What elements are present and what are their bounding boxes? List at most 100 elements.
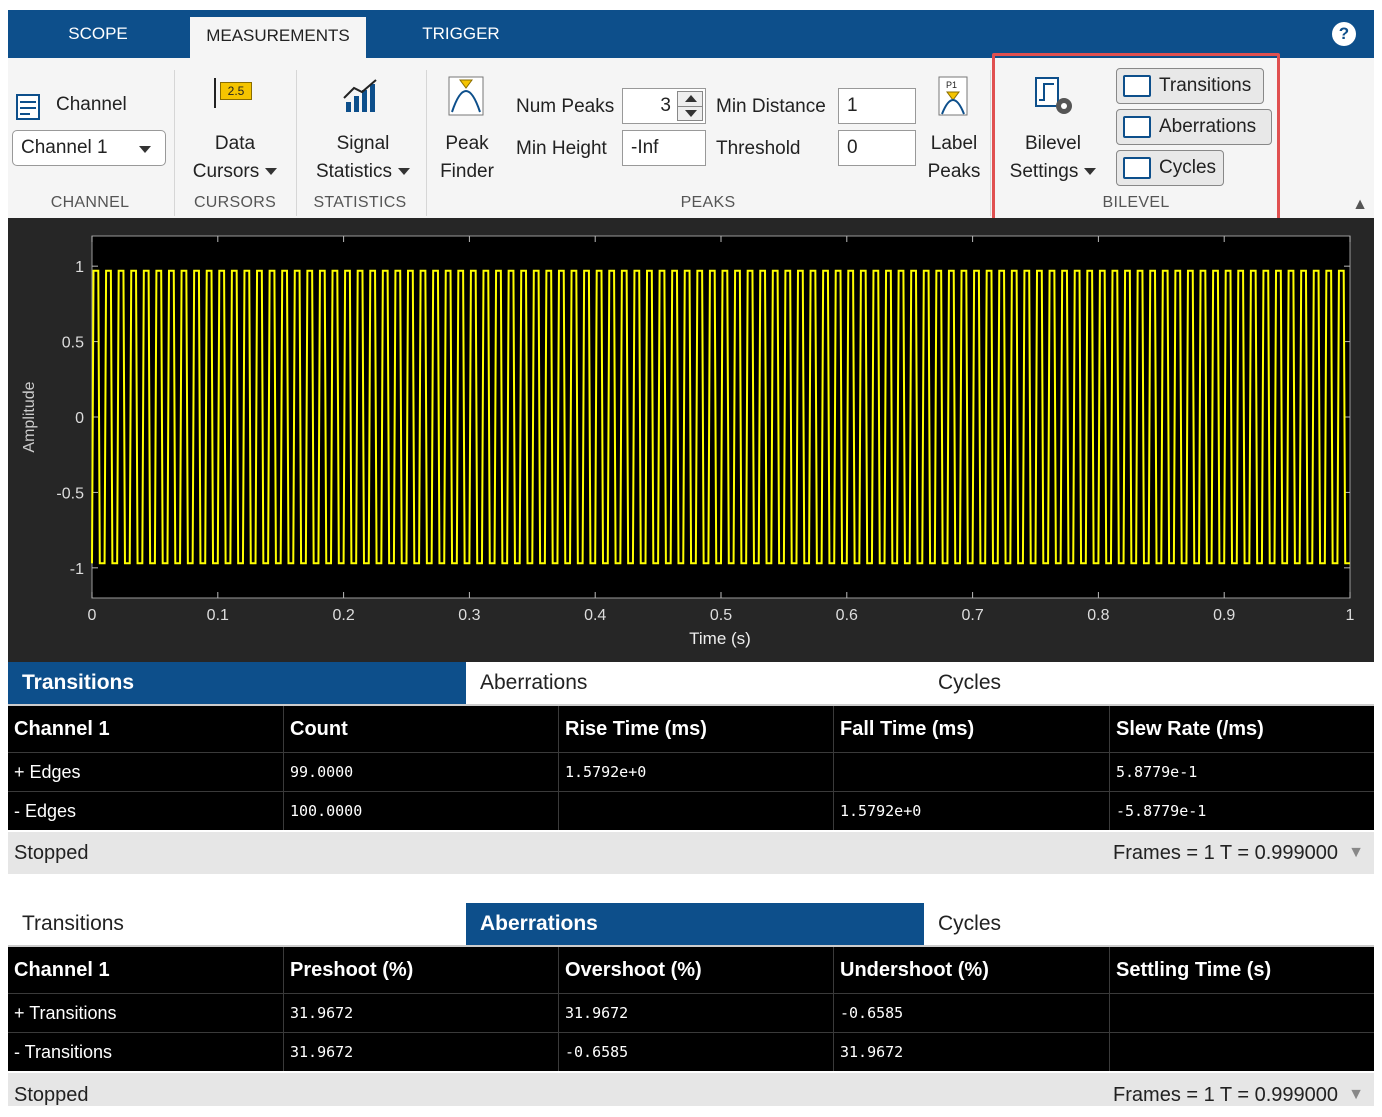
table-header: Channel 1 Count Rise Time (ms) Fall Time…	[8, 706, 1374, 752]
measurement-tabs-2: Transitions Aberrations Cycles	[8, 903, 1374, 945]
tab-cycles[interactable]: Cycles	[924, 662, 1374, 704]
measurement-tabs-1: Transitions Aberrations Cycles	[8, 662, 1374, 704]
peak-finder-button[interactable]: Peak Finder	[432, 72, 502, 188]
table-cell: -0.6585	[559, 1033, 834, 1071]
table-cell: -0.6585	[834, 994, 1110, 1032]
table-cell: 31.9672	[284, 994, 559, 1032]
num-peaks-label: Num Peaks	[516, 96, 615, 117]
y-tick-label: 1	[75, 259, 84, 276]
table-cell: -5.8779e-1	[1116, 802, 1207, 820]
data-cursors-button[interactable]: 2.5 Data Cursors	[180, 72, 290, 188]
column-header: Channel 1	[8, 706, 284, 752]
column-header: Channel 1	[8, 947, 284, 993]
scope-plot[interactable]: 1 0.5 0 -0.5 -1 0 0.1 0.2 0.3 0.4 0.5 0.6 0.7 0.8 0.9…	[8, 218, 1374, 662]
tab-aberrations[interactable]: Aberrations	[466, 903, 924, 945]
y-tick-label: -1	[70, 561, 84, 578]
column-header: Overshoot (%)	[559, 947, 834, 993]
label-peaks-icon: P1	[938, 76, 968, 116]
frames-readout: Frames = 1 T = 0.999000	[1113, 1084, 1338, 1106]
column-header: Undershoot (%)	[834, 947, 1110, 993]
section-divider	[990, 70, 991, 216]
tab-transitions[interactable]: Transitions	[8, 903, 466, 945]
section-divider	[296, 70, 297, 216]
x-tick-label: 0.3	[458, 607, 480, 624]
min-distance-label: Min Distance	[716, 96, 826, 117]
peak-finder-icon	[448, 76, 484, 116]
signal-statistics-label-2: Statistics	[302, 158, 424, 185]
min-height-label: Min Height	[516, 138, 607, 159]
column-header: Rise Time (ms)	[559, 706, 834, 752]
column-header: Fall Time (ms)	[834, 706, 1110, 752]
collapse-toolstrip-icon[interactable]: ▲	[1352, 196, 1368, 214]
tab-cycles[interactable]: Cycles	[924, 903, 1374, 945]
table-cell: 5.8779e-1	[1116, 763, 1198, 781]
label-peaks-label-1: Label	[930, 133, 978, 154]
section-label-cursors: CURSORS	[193, 194, 277, 211]
data-cursors-icon: 2.5	[214, 78, 254, 108]
bilevel-highlight-box	[992, 53, 1280, 221]
x-tick-label: 0	[88, 607, 97, 624]
x-tick-label: 0.7	[961, 607, 983, 624]
table-cell: 31.9672	[559, 994, 834, 1032]
expand-icon[interactable]: ▼	[1348, 1073, 1364, 1117]
tab-measurements[interactable]: MEASUREMENTS	[190, 17, 366, 58]
table-cell	[834, 753, 1110, 791]
status-text: Stopped	[14, 1084, 89, 1106]
table-row: + Edges 99.0000 1.5792e+0 5.8779e-1	[8, 752, 1374, 791]
column-header: Count	[284, 706, 559, 752]
channel-dropdown[interactable]: Channel 1	[12, 130, 166, 166]
num-peaks-spinner[interactable]: 3	[622, 88, 706, 124]
frames-readout: Frames = 1 T = 0.999000	[1113, 842, 1338, 864]
table-cell: 1.5792e+0	[834, 792, 1110, 830]
section-label-channel: CHANNEL	[50, 194, 130, 211]
table-header: Channel 1 Preshoot (%) Overshoot (%) Und…	[8, 947, 1374, 993]
x-tick-label: 0.5	[710, 607, 732, 624]
table-cell: 99.0000	[284, 753, 559, 791]
spinner-down-icon[interactable]	[685, 110, 697, 117]
help-icon[interactable]: ?	[1332, 22, 1356, 46]
label-peaks-button[interactable]: P1 Label Peaks	[924, 72, 984, 188]
table-row: - Edges 100.0000 1.5792e+0 -5.8779e-1	[8, 791, 1374, 830]
table-cell: 31.9672	[284, 1033, 559, 1071]
y-tick-label: 0.5	[62, 335, 84, 352]
spinner-up-icon[interactable]	[685, 95, 697, 102]
aberrations-table: Channel 1 Preshoot (%) Overshoot (%) Und…	[8, 945, 1374, 1071]
peak-finder-label-2: Finder	[440, 161, 494, 182]
section-divider	[426, 70, 427, 216]
chevron-down-icon	[139, 146, 151, 153]
section-label-peaks: PEAKS	[680, 194, 736, 211]
threshold-label: Threshold	[716, 138, 801, 159]
signal-statistics-icon	[343, 79, 377, 112]
channel-button-label: Channel	[56, 94, 127, 115]
column-header: Settling Time (s)	[1116, 959, 1272, 981]
label-peaks-label-2: Peaks	[927, 161, 981, 182]
tab-aberrations[interactable]: Aberrations	[466, 662, 924, 704]
toolstrip: Channel Channel 1 CHANNEL 2.5 Data Curso…	[8, 53, 1374, 221]
y-tick-label: 0	[75, 410, 84, 427]
ribbon-tab-strip: SCOPE MEASUREMENTS TRIGGER ?	[8, 10, 1374, 58]
min-distance-field[interactable]: 1	[838, 88, 916, 124]
row-label: - Transitions	[8, 1033, 284, 1071]
column-header: Preshoot (%)	[284, 947, 559, 993]
table-row: + Transitions 31.9672 31.9672 -0.6585	[8, 993, 1374, 1032]
x-tick-label: 0.1	[207, 607, 229, 624]
data-cursors-label-2: Cursors	[180, 158, 290, 185]
spinner-buttons[interactable]	[677, 91, 703, 121]
x-tick-label: 1	[1346, 607, 1355, 624]
tab-scope[interactable]: SCOPE	[8, 10, 188, 58]
row-label: + Transitions	[8, 994, 284, 1032]
y-axis-label: Amplitude	[21, 381, 38, 452]
table-cell	[1110, 1033, 1374, 1071]
x-axis-label: Time (s)	[689, 629, 751, 648]
plot-svg: 1 0.5 0 -0.5 -1 0 0.1 0.2 0.3 0.4 0.5 0.6 0.7 0.8 0.9…	[21, 235, 1355, 648]
signal-statistics-button[interactable]: Signal Statistics	[302, 72, 424, 188]
tab-trigger[interactable]: TRIGGER	[376, 10, 546, 58]
tab-transitions[interactable]: Transitions	[8, 662, 466, 704]
num-peaks-value: 3	[660, 95, 671, 116]
threshold-field[interactable]: 0	[838, 130, 916, 166]
table-cell: 31.9672	[834, 1033, 1110, 1071]
expand-icon[interactable]: ▼	[1348, 832, 1364, 874]
min-height-field[interactable]: -Inf	[622, 130, 706, 166]
column-header: Slew Rate (/ms)	[1116, 718, 1264, 740]
signal-statistics-label-1: Signal	[336, 133, 390, 154]
